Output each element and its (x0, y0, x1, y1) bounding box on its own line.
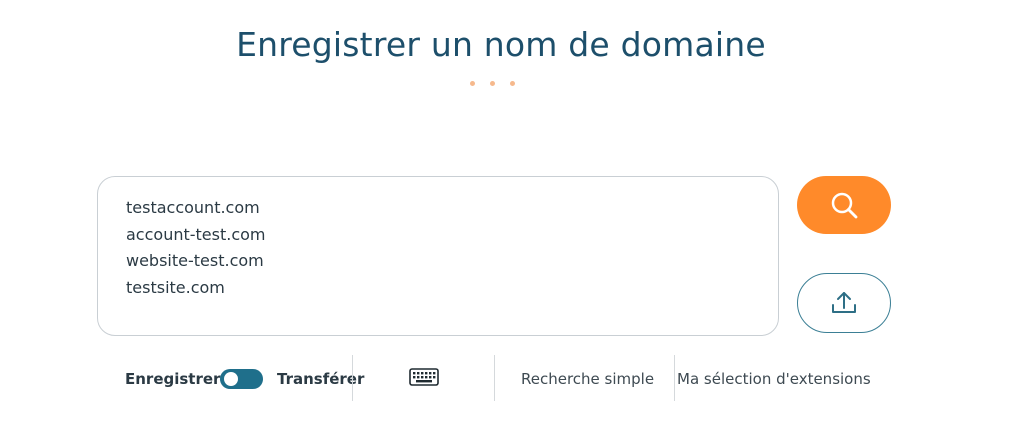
upload-button[interactable] (797, 273, 891, 333)
page-title: Enregistrer un nom de domaine (236, 25, 766, 64)
divider (494, 355, 495, 401)
simple-search-link[interactable]: Recherche simple (521, 370, 654, 388)
extensions-selection-link[interactable]: Ma sélection d'extensions (677, 370, 871, 388)
toggle-knob (224, 372, 238, 386)
domain-search-textarea[interactable]: testaccount.com account-test.com website… (97, 176, 779, 336)
dot (490, 81, 495, 86)
domain-line: account-test.com (126, 224, 266, 244)
search-button[interactable] (797, 176, 891, 234)
register-transfer-toggle[interactable] (220, 369, 263, 389)
decorative-dots (470, 81, 515, 86)
search-options-bar: Enregistrer Transférer Recherche simple … (0, 355, 1024, 405)
domain-line: testsite.com (126, 277, 225, 297)
upload-icon (832, 292, 856, 313)
domain-line: website-test.com (126, 251, 264, 270)
dot (470, 81, 475, 86)
search-icon (831, 192, 858, 219)
domain-list: testaccount.com account-test.com website… (126, 195, 266, 301)
keyboard-icon[interactable] (409, 368, 439, 391)
divider (674, 355, 675, 401)
divider (352, 355, 353, 401)
register-label: Enregistrer (125, 370, 221, 388)
dot (510, 81, 515, 86)
domain-line: testaccount.com (126, 198, 260, 217)
